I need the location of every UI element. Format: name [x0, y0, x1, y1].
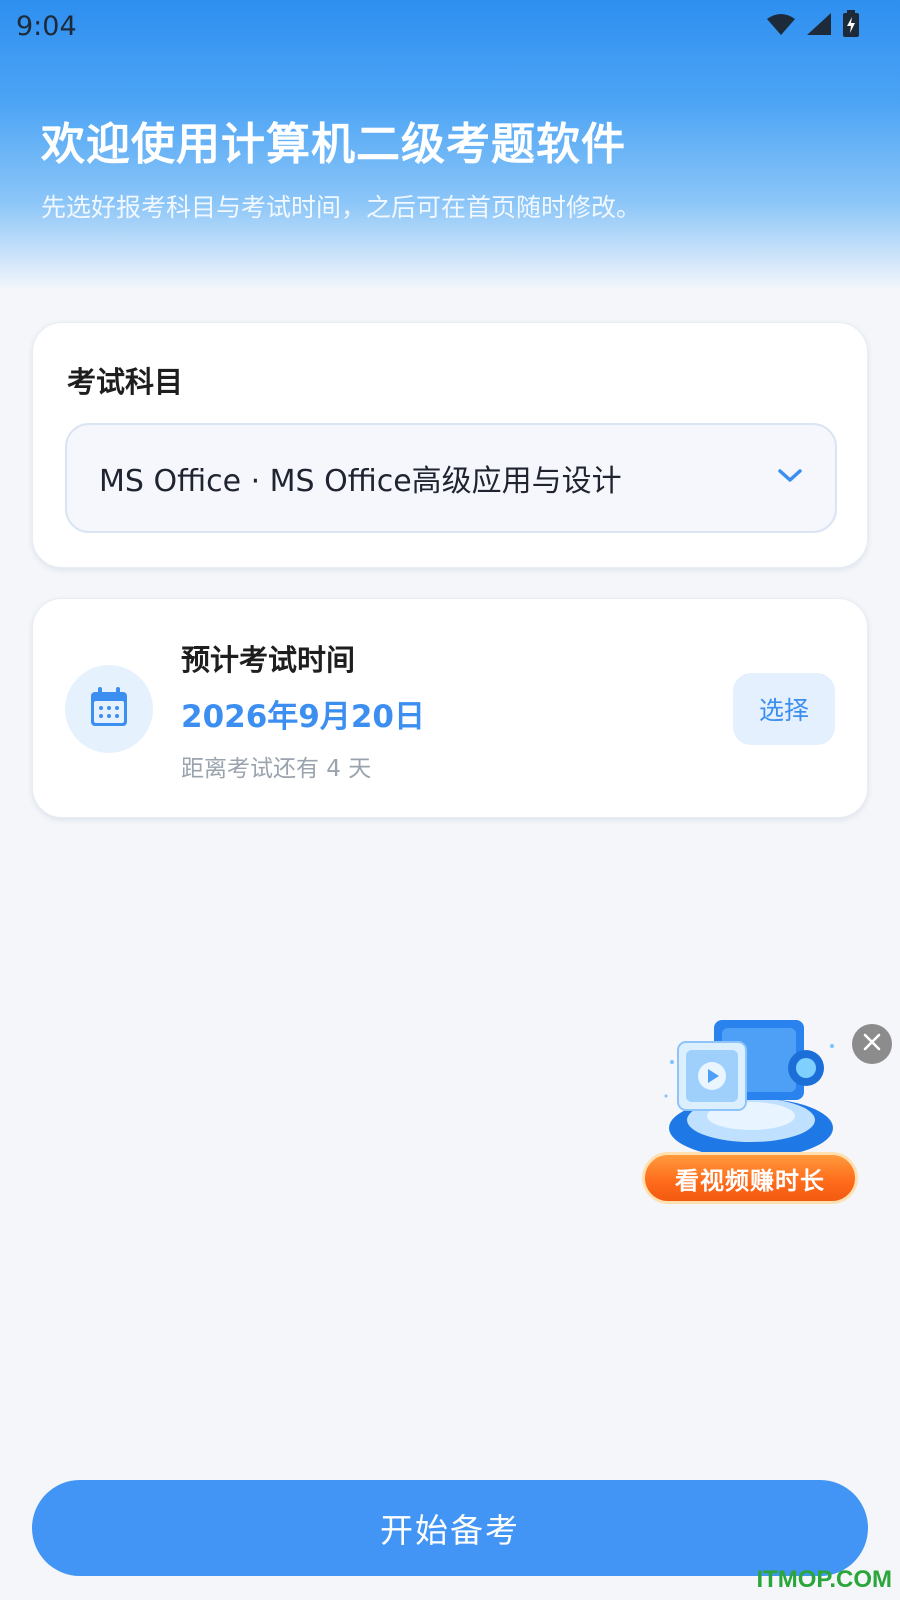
watermark: ITMOP.COM	[756, 1566, 892, 1593]
calendar-icon	[90, 687, 128, 731]
battery-icon	[842, 10, 860, 42]
status-bar: 9:04	[0, 0, 900, 52]
video-reward-label: 看视频赚时长	[642, 1152, 858, 1204]
exam-date-card: 预计考试时间 2026年9月20日 距离考试还有 4 天 选择	[32, 598, 868, 818]
page-subtitle: 先选好报考科目与考试时间，之后可在首页随时修改。	[41, 193, 642, 222]
close-ad-button[interactable]	[852, 1024, 892, 1064]
exam-countdown: 距离考试还有 4 天	[181, 756, 372, 782]
exam-date-value: 2026年9月20日	[181, 699, 425, 735]
wifi-icon	[766, 12, 796, 40]
choose-date-button[interactable]: 选择	[733, 673, 835, 745]
status-time: 9:04	[16, 10, 77, 42]
subject-select-value: MS Office · MS Office高级应用与设计	[99, 464, 622, 499]
close-icon	[863, 1033, 881, 1055]
status-icons	[766, 10, 860, 42]
exam-date-label: 预计考试时间	[181, 643, 356, 677]
video-reward-float[interactable]: 看视频赚时长	[636, 1016, 872, 1212]
chevron-down-icon	[777, 468, 803, 488]
video-camera-icon	[656, 1016, 846, 1170]
subject-card: 考试科目 MS Office · MS Office高级应用与设计	[32, 322, 868, 568]
page-title: 欢迎使用计算机二级考题软件	[41, 119, 626, 170]
subject-label: 考试科目	[67, 365, 184, 399]
start-prep-button[interactable]: 开始备考	[32, 1480, 868, 1576]
subject-select[interactable]: MS Office · MS Office高级应用与设计	[65, 423, 837, 533]
calendar-icon-badge	[65, 665, 153, 753]
signal-icon	[806, 12, 832, 40]
